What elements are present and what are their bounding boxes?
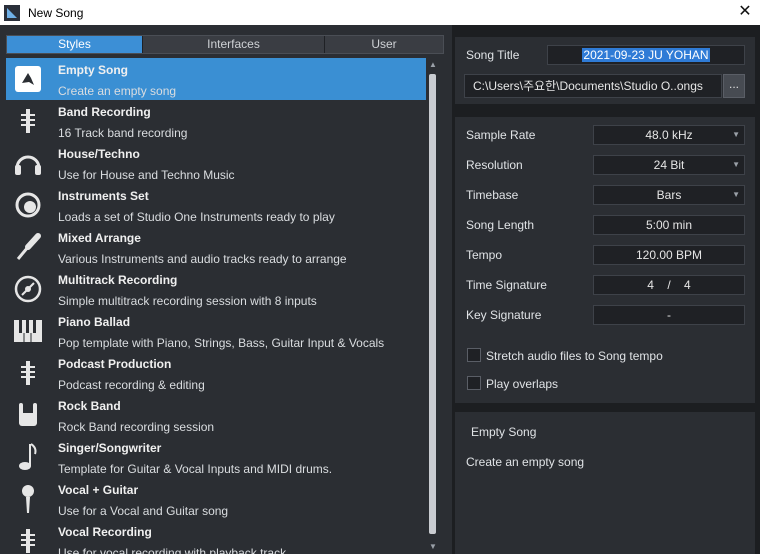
template-item[interactable]: Singer/Songwriter Template for Guitar & V… xyxy=(6,436,426,478)
rock-hand-icon xyxy=(6,394,50,436)
template-desc: Simple multitrack recording session with… xyxy=(58,294,317,308)
template-item[interactable]: Instruments Set Loads a set of Studio One… xyxy=(6,184,426,226)
template-list: Empty Song Create an empty song Band Reco… xyxy=(6,58,426,554)
close-button[interactable]: ✕ xyxy=(730,0,760,25)
template-name: Singer/Songwriter xyxy=(58,441,162,455)
template-desc: Rock Band recording session xyxy=(58,420,215,434)
song-length-input[interactable]: 5:00 min xyxy=(593,215,745,235)
mixer-icon xyxy=(6,520,50,554)
template-name: Piano Ballad xyxy=(58,315,131,329)
template-item[interactable]: House/Techno Use for House and Techno Mus… xyxy=(6,142,426,184)
timebase-select[interactable]: Bars xyxy=(593,185,745,205)
template-name: Rock Band xyxy=(58,399,121,413)
stretch-audio-label: Stretch audio files to Song tempo xyxy=(486,349,663,363)
timebase-label: Timebase xyxy=(466,188,519,202)
tempo-label: Tempo xyxy=(466,248,503,262)
template-name: Vocal + Guitar xyxy=(58,483,139,497)
song-title-value: 2021-09-23 JU YOHAN xyxy=(582,48,710,62)
headphones-icon xyxy=(6,142,50,184)
knob-icon xyxy=(6,184,50,226)
time-signature-denominator[interactable]: 4 xyxy=(684,278,691,292)
template-description-panel: Empty Song Create an empty song xyxy=(455,412,755,554)
song-settings: Song Title 2021-09-23 JU YOHAN C:\Users\… xyxy=(452,25,760,554)
template-desc: Pop template with Piano, Strings, Bass, … xyxy=(58,336,385,350)
song-format-panel: Sample Rate 48.0 kHz Resolution 24 Bit T… xyxy=(455,117,755,403)
template-item[interactable]: Vocal + Guitar Use for a Vocal and Guitar… xyxy=(6,478,426,520)
template-name: House/Techno xyxy=(58,147,140,161)
window-title: New Song xyxy=(28,5,84,20)
template-name: Instruments Set xyxy=(58,189,149,203)
scroll-thumb[interactable] xyxy=(429,74,436,534)
tab-interfaces[interactable]: Interfaces xyxy=(143,36,325,53)
template-name: Mixed Arrange xyxy=(58,231,141,245)
template-desc: Use for vocal recording with playback tr… xyxy=(58,546,287,554)
template-desc: Podcast recording & editing xyxy=(58,378,205,392)
microphone-icon xyxy=(6,478,50,520)
template-desc: Template for Guitar & Vocal Inputs and M… xyxy=(58,462,333,476)
template-tabs: Styles Interfaces User xyxy=(6,35,444,54)
template-name: Podcast Production xyxy=(58,357,172,371)
template-desc: 16 Track band recording xyxy=(58,126,188,140)
time-signature-numerator[interactable]: 4 xyxy=(647,278,654,292)
key-signature-label: Key Signature xyxy=(466,308,542,322)
template-item[interactable]: Band Recording 16 Track band recording xyxy=(6,100,426,142)
description-title: Empty Song xyxy=(471,425,537,439)
title-bar: New Song ✕ xyxy=(0,0,760,25)
play-overlaps-checkbox[interactable] xyxy=(467,376,481,390)
template-desc: Loads a set of Studio One Instruments re… xyxy=(58,210,335,224)
time-signature-input[interactable]: 4 / 4 xyxy=(593,275,745,295)
template-item[interactable]: Rock Band Rock Band recording session xyxy=(6,394,426,436)
stretch-audio-checkbox[interactable] xyxy=(467,348,481,362)
scroll-up-icon[interactable]: ▲ xyxy=(428,60,438,70)
time-signature-label: Time Signature xyxy=(466,278,547,292)
template-name: Vocal Recording xyxy=(58,525,152,539)
song-length-label: Song Length xyxy=(466,218,535,232)
resolution-label: Resolution xyxy=(466,158,523,172)
tempo-input[interactable]: 120.00 BPM xyxy=(593,245,745,265)
resolution-select[interactable]: 24 Bit xyxy=(593,155,745,175)
song-info-panel: Song Title 2021-09-23 JU YOHAN C:\Users\… xyxy=(455,37,755,104)
template-name: Empty Song xyxy=(58,63,129,77)
mixer-icon xyxy=(6,352,50,394)
template-name: Multitrack Recording xyxy=(58,273,178,287)
template-desc: Use for House and Techno Music xyxy=(58,168,235,182)
template-item[interactable]: Empty Song Create an empty song xyxy=(6,58,426,100)
template-scrollbar[interactable]: ▲ ▼ xyxy=(428,58,438,554)
template-name: Band Recording xyxy=(58,105,151,119)
sample-rate-label: Sample Rate xyxy=(466,128,536,142)
piano-icon xyxy=(6,310,50,352)
key-signature-input[interactable]: - xyxy=(593,305,745,325)
description-text: Create an empty song xyxy=(466,455,585,469)
cable-icon xyxy=(6,226,50,268)
app-icon xyxy=(4,4,20,21)
template-item[interactable]: Piano Ballad Pop template with Piano, Str… xyxy=(6,310,426,352)
template-desc: Various Instruments and audio tracks rea… xyxy=(58,252,347,266)
empty-song-icon xyxy=(6,58,50,100)
browse-button[interactable]: ... xyxy=(723,74,745,98)
scroll-down-icon[interactable]: ▼ xyxy=(428,542,438,552)
template-desc: Create an empty song xyxy=(58,84,177,98)
template-item[interactable]: Multitrack Recording Simple multitrack re… xyxy=(6,268,426,310)
tab-user[interactable]: User xyxy=(325,36,443,53)
music-note-icon xyxy=(6,436,50,478)
template-browser: Styles Interfaces User Empty Song Create … xyxy=(0,25,452,554)
play-overlaps-label: Play overlaps xyxy=(486,377,559,391)
song-title-input[interactable]: 2021-09-23 JU YOHAN xyxy=(547,45,745,65)
sample-rate-select[interactable]: 48.0 kHz xyxy=(593,125,745,145)
song-path-field: C:\Users\주요한\Documents\Studio O..ongs xyxy=(464,74,722,98)
template-item[interactable]: Vocal Recording Use for vocal recording w… xyxy=(6,520,426,554)
disc-icon xyxy=(6,268,50,310)
mixer-icon xyxy=(6,100,50,142)
time-signature-separator: / xyxy=(667,278,671,292)
tab-styles[interactable]: Styles xyxy=(7,36,143,53)
template-item[interactable]: Podcast Production Podcast recording & ed… xyxy=(6,352,426,394)
template-desc: Use for a Vocal and Guitar song xyxy=(58,504,229,518)
template-item[interactable]: Mixed Arrange Various Instruments and aud… xyxy=(6,226,426,268)
song-title-label: Song Title xyxy=(466,48,520,62)
